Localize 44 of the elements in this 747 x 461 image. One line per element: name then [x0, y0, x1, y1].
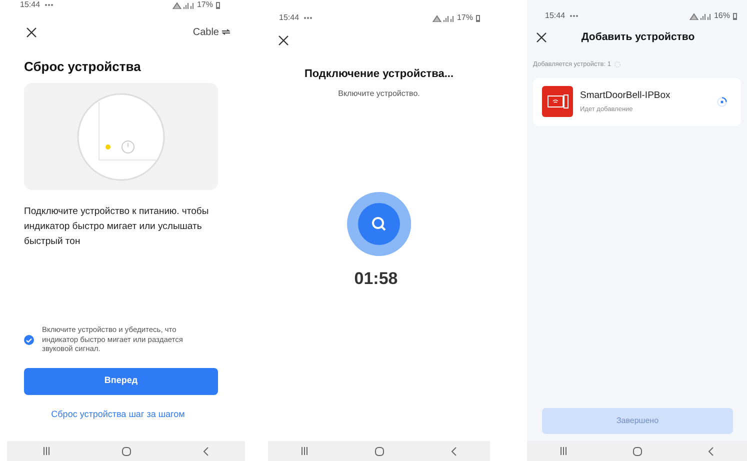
signal-icon — [688, 12, 711, 20]
more-dots-icon — [303, 15, 314, 21]
loading-spinner-icon — [614, 61, 621, 68]
subtitle: Включите устройство. — [338, 88, 420, 100]
back-icon[interactable] — [708, 446, 714, 456]
more-dots-icon — [569, 13, 580, 19]
close-icon[interactable] — [278, 35, 289, 46]
device-name: SmartDoorBell-IPBox — [580, 89, 672, 104]
cable-label: Cable — [192, 26, 219, 40]
countdown-timer: 01:58 — [354, 268, 398, 290]
next-button[interactable]: Вперед — [24, 368, 218, 394]
signal-icon — [432, 14, 454, 22]
recent-apps-icon[interactable] — [301, 447, 308, 455]
more-dots-icon — [44, 2, 54, 8]
battery-percent: 16% — [714, 10, 730, 22]
screen-title: Добавить устройство — [581, 30, 695, 46]
screen-title: Подключение устройства... — [304, 67, 454, 82]
recent-apps-icon[interactable] — [43, 447, 50, 455]
home-icon[interactable] — [633, 446, 642, 456]
battery-percent: 17% — [196, 0, 213, 11]
instruction-text: Подключите устройство к питанию. чтобы индикатор быстро мигает или услышать быстрый тон — [24, 205, 210, 249]
recent-apps-icon[interactable] — [560, 447, 567, 455]
status-time: 15:44 — [279, 12, 300, 24]
step-by-step-link[interactable]: Сброс устройства шаг за шагом — [51, 408, 185, 421]
signal-icon — [172, 2, 194, 8]
cable-button[interactable]: Cable — [192, 24, 230, 40]
swap-arrows-icon — [222, 29, 230, 35]
status-time: 15:44 — [20, 0, 40, 11]
battery-icon — [476, 14, 480, 22]
close-icon[interactable] — [536, 32, 547, 43]
home-icon[interactable] — [374, 446, 384, 456]
home-icon[interactable] — [122, 446, 131, 456]
back-icon[interactable] — [450, 446, 457, 456]
screen-title: Сброс устройства — [24, 59, 142, 75]
status-time: 15:44 — [545, 10, 566, 22]
battery-icon — [216, 2, 220, 8]
confirm-checkbox[interactable] — [24, 335, 34, 345]
loading-spinner-icon — [717, 96, 727, 107]
battery-icon — [733, 12, 737, 20]
close-icon[interactable] — [26, 26, 37, 38]
back-icon[interactable] — [203, 446, 209, 456]
battery-percent: 17% — [456, 12, 473, 24]
doorbell-device-icon — [542, 86, 573, 118]
search-progress-icon — [347, 192, 411, 256]
